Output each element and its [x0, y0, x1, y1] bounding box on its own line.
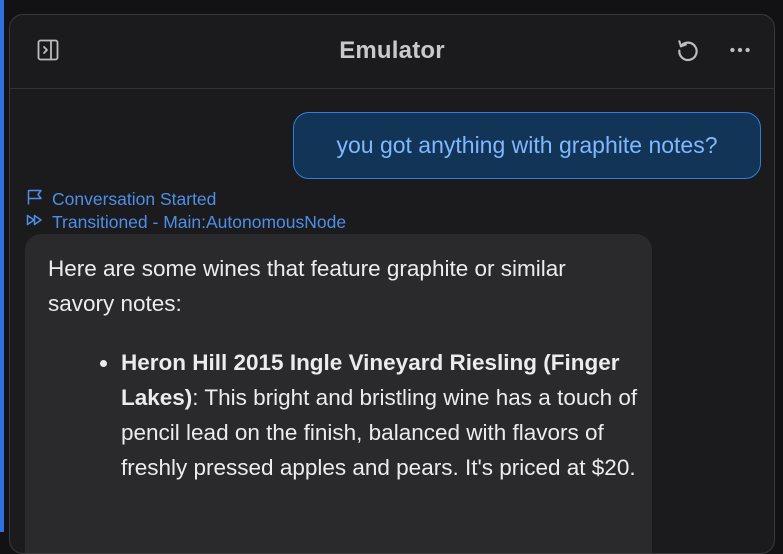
- flag-icon: [26, 188, 44, 211]
- user-message-bubble: you got anything with graphite notes?: [293, 112, 761, 179]
- refresh-icon: [675, 37, 701, 68]
- event-label: Conversation Started: [52, 189, 217, 209]
- event-label: Transitioned - Main:AutonomousNode: [52, 212, 347, 232]
- event-transitioned: Transitioned - Main:AutonomousNode: [26, 211, 346, 234]
- panel-header: Emulator: [10, 15, 774, 89]
- event-conversation-started: Conversation Started: [26, 188, 216, 211]
- wine-description: : This bright and bristling wine has a t…: [121, 385, 638, 480]
- fast-forward-icon: [26, 211, 44, 234]
- list-item: Heron Hill 2015 Ingle Vineyard Riesling …: [100, 345, 641, 485]
- emulator-panel: Emulator you got anything with graphite …: [9, 14, 775, 554]
- page-title: Emulator: [339, 37, 445, 64]
- more-horizontal-icon: [727, 37, 753, 68]
- more-options-button[interactable]: [726, 38, 754, 66]
- left-accent-bar: [0, 0, 4, 532]
- reset-conversation-button[interactable]: [674, 38, 702, 66]
- wine-list: Heron Hill 2015 Ingle Vineyard Riesling …: [48, 345, 637, 485]
- assistant-message-bubble: Here are some wines that feature graphit…: [25, 234, 652, 553]
- assistant-intro-text: Here are some wines that feature graphit…: [48, 256, 566, 316]
- user-message-text: you got anything with graphite notes?: [336, 132, 718, 158]
